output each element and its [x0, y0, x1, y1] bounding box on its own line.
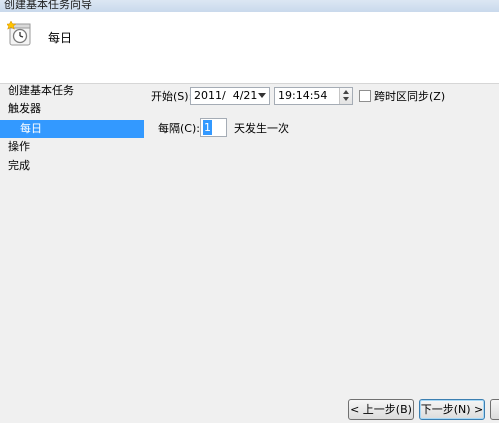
start-date-value: 2011/ 4/21 — [194, 89, 258, 102]
back-button[interactable]: < 上一步(B) — [348, 399, 414, 420]
chevron-down-icon[interactable] — [258, 93, 266, 98]
nav-step-daily[interactable]: 每日 — [0, 120, 144, 138]
start-time-value: 19:14:54 — [278, 89, 328, 102]
spin-down-icon[interactable] — [343, 97, 349, 101]
sync-timezones-label[interactable]: 跨时区同步(Z) — [374, 88, 445, 106]
time-spinner[interactable] — [339, 88, 352, 104]
nav-step-finish[interactable]: 完成 — [8, 157, 30, 175]
wizard-header: 每日 — [0, 12, 499, 84]
page-title: 每日 — [48, 31, 73, 45]
start-date-picker[interactable]: 2011/ 4/21 — [190, 87, 270, 105]
sync-timezones-checkbox[interactable] — [359, 90, 371, 102]
window-titlebar[interactable]: 创建基本任务向导 — [0, 0, 499, 12]
start-time-field[interactable]: 19:14:54 — [274, 87, 353, 105]
recur-suffix-label: 天发生一次 — [234, 122, 289, 135]
nav-step-create-basic-task[interactable]: 创建基本任务 — [8, 82, 74, 100]
nav-step-action[interactable]: 操作 — [8, 138, 30, 156]
recur-label: 每隔(C): — [158, 122, 200, 135]
spin-up-icon[interactable] — [343, 90, 349, 94]
wizard-steps-nav: 创建基本任务 触发器 每日 操作 完成 — [0, 84, 150, 423]
task-clock-icon — [7, 21, 31, 46]
start-label: 开始(S): — [151, 90, 193, 103]
next-button[interactable]: 下一步(N) > — [419, 399, 485, 420]
recur-days-value: 1 — [203, 120, 212, 135]
window-title: 创建基本任务向导 — [4, 0, 92, 11]
finish-button[interactable] — [490, 399, 499, 420]
recur-days-input[interactable]: 1 — [200, 118, 227, 137]
nav-step-trigger[interactable]: 触发器 — [8, 100, 41, 118]
